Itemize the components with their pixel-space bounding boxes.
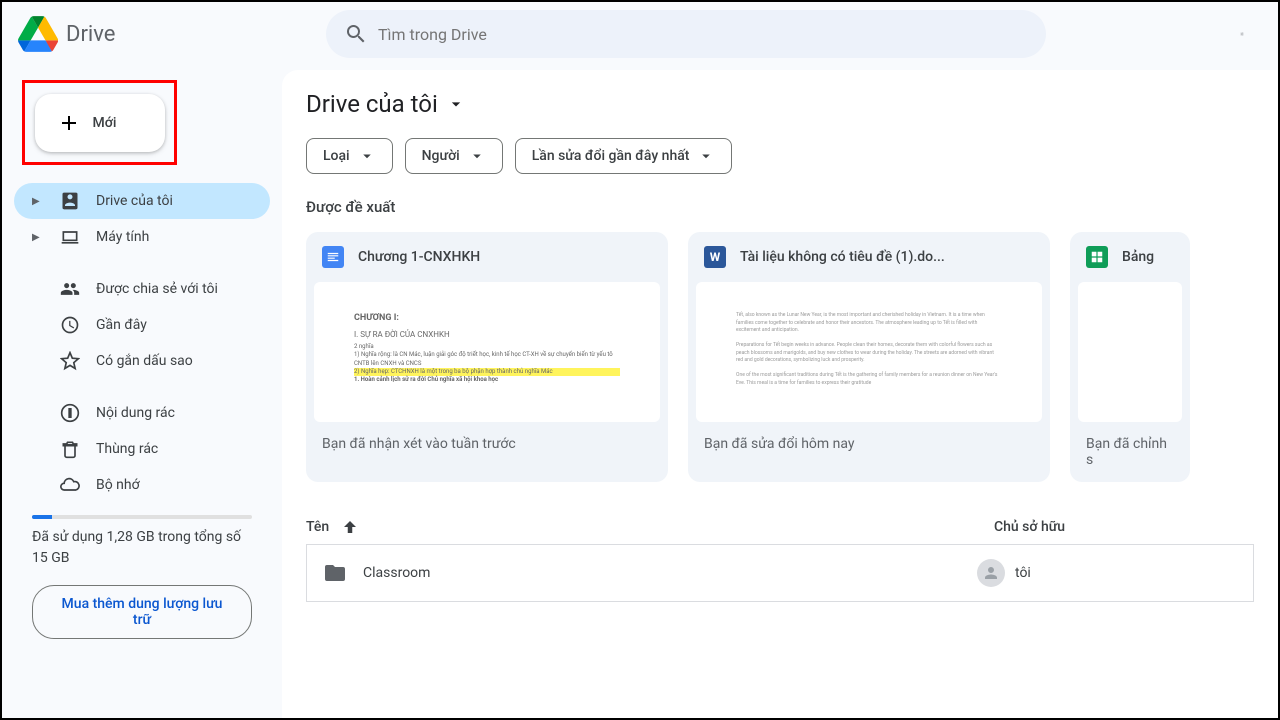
header: Drive [2,2,1278,66]
caret-down-icon [446,94,466,114]
card-thumbnail [1078,282,1182,422]
table-header: Tên Chủ sở hữu [306,510,1254,544]
word-icon: W [704,246,726,268]
search-input[interactable] [378,25,1038,44]
sidebar-item-label: Máy tính [96,229,149,245]
trash-icon [60,439,80,459]
search-bar[interactable] [326,10,1046,58]
column-owner[interactable]: Chủ sở hữu [994,519,1254,535]
header-right [1230,22,1262,46]
card-thumbnail: Tết, also known as the Lunar New Year, i… [696,282,1042,422]
avatar-icon [977,559,1005,587]
chevron-right-icon: ▶ [32,196,44,207]
storage-icon [60,475,80,495]
card-thumbnail: CHƯƠNG I: I. SỰ RA ĐỜI CỦA CNXHKH 2 nghĩ… [314,282,660,422]
new-button-highlight: Mới [22,80,177,165]
search-icon [334,12,378,56]
suggested-title: Được đề xuất [306,198,1278,216]
drive-logo-icon [18,14,58,54]
file-name: Classroom [363,565,977,581]
sidebar-item-storage[interactable]: Bộ nhớ [14,467,270,503]
card-subtitle: Bạn đã chỉnh s [1070,422,1190,482]
chevron-right-icon: ▶ [32,232,44,243]
sidebar-item-label: Bộ nhớ [96,477,140,493]
filter-modified[interactable]: Lần sửa đổi gần đây nhất [515,138,733,174]
filter-label: Người [422,148,460,164]
caret-down-icon [358,147,376,165]
folder-icon [323,561,347,585]
sidebar-item-label: Gần đây [96,317,147,333]
main-content: Drive của tôi Loại Người Lần sửa đổi gần… [282,70,1278,718]
table-row[interactable]: Classroom tôi [306,544,1254,602]
new-button-label: Mới [93,115,117,131]
storage-text: Đã sử dụng 1,28 GB trong tổng số 15 GB [14,527,270,569]
sidebar-item-label: Có gắn dấu sao [96,353,193,369]
sidebar-item-my-drive[interactable]: ▶ Drive của tôi [14,183,270,219]
caret-down-icon [468,147,486,165]
card-subtitle: Bạn đã nhận xét vào tuần trước [306,422,668,466]
caret-down-icon [697,147,715,165]
shared-icon [60,279,80,299]
storage-bar [32,515,252,519]
drive-icon [60,191,80,211]
sidebar: Mới ▶ Drive của tôi ▶ Máy tính Được chia… [2,66,282,718]
spam-icon [60,403,80,423]
app-name: Drive [66,22,115,47]
sheets-icon [1086,246,1108,268]
star-icon [60,351,80,371]
tune-icon[interactable] [1230,22,1254,46]
sidebar-item-starred[interactable]: Có gắn dấu sao [14,343,270,379]
suggested-row: Chương 1-CNXHKH CHƯƠNG I: I. SỰ RA ĐỜI C… [306,232,1278,482]
page-title-text: Drive của tôi [306,90,438,118]
computer-icon [60,227,80,247]
page-title[interactable]: Drive của tôi [306,90,1278,118]
new-button[interactable]: Mới [35,94,165,152]
card-title: Chương 1-CNXHKH [358,249,480,265]
suggested-card[interactable]: W Tài liệu không có tiêu đề (1).do... Tế… [688,232,1050,482]
docs-icon [322,246,344,268]
sidebar-item-computers[interactable]: ▶ Máy tính [14,219,270,255]
card-subtitle: Bạn đã sửa đổi hôm nay [688,422,1050,466]
recent-icon [60,315,80,335]
suggested-card[interactable]: Bảng Bạn đã chỉnh s [1070,232,1190,482]
card-title: Bảng [1122,249,1154,265]
suggested-card[interactable]: Chương 1-CNXHKH CHƯƠNG I: I. SỰ RA ĐỜI C… [306,232,668,482]
filter-label: Loại [323,148,350,164]
column-name[interactable]: Tên [306,518,994,536]
sidebar-item-label: Drive của tôi [96,193,173,209]
filter-label: Lần sửa đổi gần đây nhất [532,148,690,164]
card-title: Tài liệu không có tiêu đề (1).do... [740,249,945,265]
sidebar-item-trash[interactable]: Thùng rác [14,431,270,467]
sidebar-item-recent[interactable]: Gần đây [14,307,270,343]
filter-row: Loại Người Lần sửa đổi gần đây nhất [306,138,1278,174]
sidebar-item-label: Thùng rác [96,441,158,457]
arrow-up-icon [341,518,359,536]
sidebar-item-shared[interactable]: Được chia sẻ với tôi [14,271,270,307]
filter-people[interactable]: Người [405,138,503,174]
buy-storage-button[interactable]: Mua thêm dung lượng lưu trữ [32,585,252,639]
file-owner: tôi [977,559,1237,587]
logo-section: Drive [18,14,318,54]
sidebar-item-label: Được chia sẻ với tôi [96,281,218,297]
filter-type[interactable]: Loại [306,138,393,174]
sidebar-item-label: Nội dung rác [96,405,175,421]
sidebar-item-spam[interactable]: Nội dung rác [14,395,270,431]
plus-icon [57,111,81,135]
